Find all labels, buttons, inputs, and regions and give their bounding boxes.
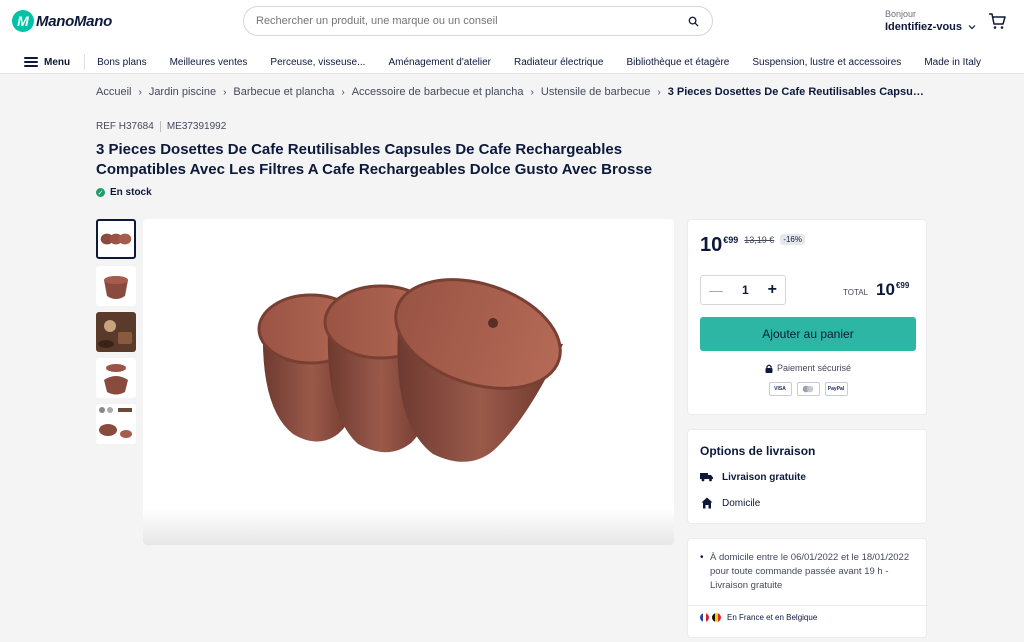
nav-item-radiateur[interactable]: Radiateur électrique	[502, 57, 615, 68]
coffee-capsules-image	[257, 278, 563, 462]
account-login-label: Identifiez-vous	[885, 21, 963, 33]
delivery-options-card: Options de livraison Livraison gratuite …	[687, 429, 927, 524]
delivery-info-text: À domicile entre le 06/01/2022 et le 18/…	[710, 551, 910, 593]
secure-payment-label: Paiement sécurisé	[776, 363, 852, 373]
menu-label: Menu	[44, 56, 71, 68]
search-bar	[243, 6, 713, 36]
mastercard-icon	[796, 382, 820, 396]
breadcrumb-item[interactable]: Accueil	[96, 86, 131, 98]
breadcrumb-item[interactable]: Jardin piscine	[149, 86, 216, 98]
stock-label: En stock	[110, 187, 152, 198]
free-delivery-note: Livraison gratuite	[710, 580, 783, 591]
plus-icon[interactable]: +	[768, 281, 777, 299]
product-ref: REF H37684	[96, 121, 154, 132]
quantity-stepper: — 1 +	[700, 275, 786, 305]
breadcrumb-item[interactable]: Accessoire de barbecue et plancha	[352, 86, 524, 98]
delivery-option-home: Domicile	[700, 497, 760, 509]
stock-status: ✓ En stock	[96, 187, 152, 198]
visa-icon: VISA	[768, 382, 792, 396]
france-flag-icon	[700, 613, 709, 622]
total-cents: €99	[895, 281, 910, 290]
delivery-window: À domicile entre le 06/01/2022 et le 18/…	[710, 552, 910, 577]
breadcrumb-current: 3 Pieces Dosettes De Cafe Reutilisables …	[667, 86, 926, 98]
total-integer: 10	[876, 280, 895, 299]
minus-icon[interactable]: —	[709, 282, 723, 298]
cart-icon[interactable]	[988, 12, 1006, 30]
image-shade	[143, 509, 674, 545]
product-references: REF H37684 ME37391992	[96, 121, 226, 132]
price-cents: €99	[723, 235, 739, 245]
chevron-down-icon	[968, 25, 976, 30]
product-sku: ME37391992	[166, 121, 227, 132]
delivery-title: Options de livraison	[700, 444, 816, 458]
breadcrumb-item[interactable]: Ustensile de barbecue	[541, 86, 650, 98]
account-login-row: Identifiez-vous	[885, 21, 976, 33]
delivery-option-label: Domicile	[722, 497, 761, 509]
chevron-right-icon: ›	[223, 86, 227, 98]
bullet: •	[700, 552, 704, 563]
breadcrumb: Accueil › Jardin piscine › Barbecue et p…	[96, 86, 926, 98]
account-menu[interactable]: Bonjour Identifiez-vous	[885, 9, 976, 33]
nav-item-made-in-italy[interactable]: Made in Italy	[913, 57, 993, 68]
chevron-right-icon: ›	[138, 86, 142, 98]
discount-badge: -16%	[780, 234, 805, 245]
logo-badge: M	[12, 10, 34, 32]
delivery-region: En France et en Belgique	[700, 613, 817, 622]
account-greeting: Bonjour	[885, 9, 917, 19]
product-main-image[interactable]	[143, 219, 674, 545]
region-label: En France et en Belgique	[727, 613, 818, 622]
delivery-option-free: Livraison gratuite	[700, 471, 806, 483]
nav-item-bibliotheque[interactable]: Bibliothèque et étagère	[615, 57, 741, 68]
total-price: TOTAL 10 €99	[843, 280, 909, 300]
price: 10 €99 13,19 € -16%	[700, 234, 805, 257]
chevron-right-icon: ›	[341, 86, 345, 98]
chevron-right-icon: ›	[657, 86, 661, 98]
product-thumbnail[interactable]	[96, 312, 136, 352]
chevron-right-icon: ›	[530, 86, 534, 98]
logo-text: ManoMano	[36, 12, 112, 30]
truck-icon	[700, 471, 714, 483]
secure-payment: Paiement sécurisé	[688, 363, 928, 373]
product-thumbnail[interactable]	[96, 404, 136, 444]
menu-button[interactable]: Menu	[0, 54, 86, 70]
nav-item-amenagement-atelier[interactable]: Aménagement d'atelier	[377, 57, 503, 68]
breadcrumb-item[interactable]: Barbecue et plancha	[233, 86, 334, 98]
nav-item-meilleures-ventes[interactable]: Meilleures ventes	[158, 57, 259, 68]
separator: -	[882, 566, 889, 577]
price-card: 10 €99 13,19 € -16% — 1 + TOTAL 10 €99 A…	[687, 219, 927, 415]
product-title: 3 Pieces Dosettes De Cafe Reutilisables …	[96, 141, 653, 178]
divider	[688, 605, 928, 606]
check-circle-icon: ✓	[96, 188, 105, 197]
search-input[interactable]	[256, 15, 686, 27]
home-icon	[700, 497, 714, 509]
delivery-info-card: • À domicile entre le 06/01/2022 et le 1…	[687, 538, 928, 638]
belgium-flag-icon	[712, 613, 721, 622]
payment-methods: VISA PayPal	[688, 382, 928, 396]
nav-item-perceuse[interactable]: Perceuse, visseuse...	[259, 57, 377, 68]
divider	[159, 121, 161, 132]
site-header: M ManoMano Bonjour Identifiez-vous Menu …	[0, 0, 1024, 74]
product-thumbnail[interactable]	[96, 266, 136, 306]
total-label: TOTAL	[843, 288, 869, 297]
nav-item-bons-plans[interactable]: Bons plans	[85, 57, 158, 68]
hamburger-icon	[24, 57, 38, 67]
delivery-option-label: Livraison gratuite	[722, 471, 806, 483]
search-icon[interactable]	[686, 14, 700, 28]
product-thumbnail[interactable]	[96, 358, 136, 398]
old-price: 13,19 €	[744, 235, 775, 245]
price-integer: 10	[700, 234, 723, 256]
paypal-icon: PayPal	[824, 382, 848, 396]
lock-icon	[765, 364, 773, 373]
manomano-logo[interactable]: M ManoMano	[12, 10, 112, 32]
product-thumbnail[interactable]	[96, 219, 136, 259]
add-to-cart-button[interactable]: Ajouter au panier	[700, 317, 916, 351]
main-nav: Menu Bons plans Meilleures ventes Perceu…	[0, 50, 1024, 74]
nav-item-suspension[interactable]: Suspension, lustre et accessoires	[741, 57, 913, 68]
quantity-value[interactable]: 1	[742, 283, 749, 297]
